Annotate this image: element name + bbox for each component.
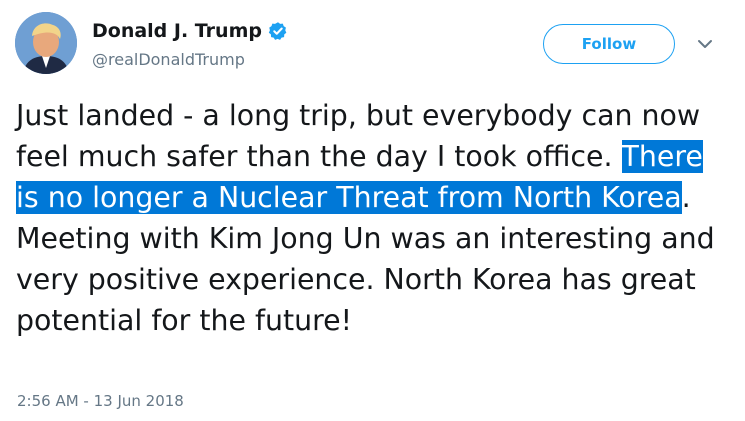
tweet-timestamp[interactable]: 2:56 AM - 13 Jun 2018 xyxy=(17,392,184,410)
follow-button[interactable]: Follow xyxy=(543,24,675,64)
author-handle[interactable]: @realDonaldTrump xyxy=(92,50,245,69)
tweet-text: Just landed - a long trip, but everybody… xyxy=(16,95,731,341)
verified-badge-icon xyxy=(268,21,288,41)
display-name[interactable]: Donald J. Trump xyxy=(92,20,262,42)
tweet-text-segment: Just landed - a long trip, but everybody… xyxy=(16,99,701,173)
chevron-down-icon[interactable] xyxy=(697,38,713,50)
author-name-row: Donald J. Trump xyxy=(92,20,288,42)
avatar[interactable] xyxy=(15,12,77,74)
